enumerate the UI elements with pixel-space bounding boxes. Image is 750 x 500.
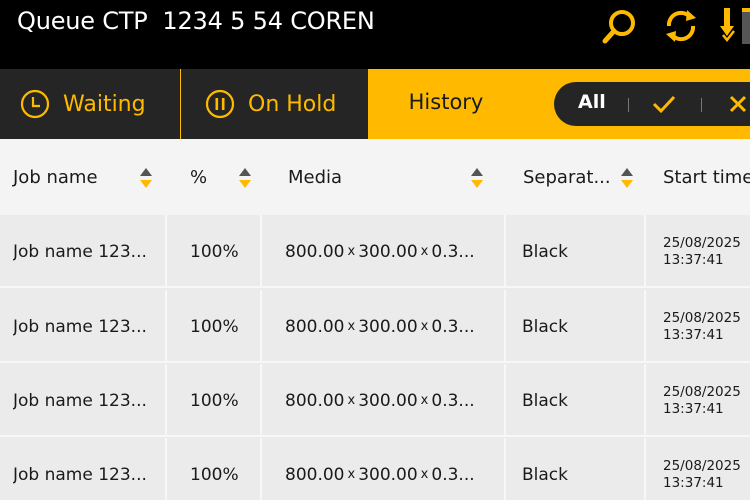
- sort-icon[interactable]: [470, 167, 484, 189]
- media-width: 800.00: [285, 316, 345, 337]
- media-cell: 800.00 x 300.00 x 0.3...: [285, 215, 475, 288]
- search-icon[interactable]: [600, 6, 640, 46]
- column-divider: [504, 215, 506, 288]
- column-divider: [260, 290, 262, 363]
- filter-divider: [701, 98, 702, 112]
- media-width: 800.00: [285, 241, 345, 262]
- percent-cell: 100%: [190, 464, 239, 485]
- table-row[interactable]: Job name 123... 100% 800.00 x 300.00 x 0.3..…: [0, 215, 750, 288]
- column-divider: [644, 215, 646, 288]
- media-height: 300.00: [358, 316, 418, 337]
- column-divider: [165, 438, 167, 500]
- media-x: x: [420, 467, 429, 482]
- column-header-media[interactable]: Media: [288, 139, 342, 215]
- start-date: 25/08/2025: [663, 234, 741, 251]
- start-clock: 13:37:41: [663, 326, 724, 343]
- tab-waiting[interactable]: Waiting: [0, 69, 180, 139]
- percent-cell: 100%: [190, 241, 239, 262]
- tab-history[interactable]: History: [368, 69, 544, 139]
- media-width: 800.00: [285, 464, 345, 485]
- pause-icon: [205, 89, 235, 119]
- start-time-cell: 25/08/2025 13:37:41: [663, 438, 741, 500]
- job-name-cell: Job name 123...: [13, 241, 147, 262]
- table-row[interactable]: Job name 123... 100% 800.00 x 300.00 x 0.3..…: [0, 438, 750, 500]
- start-date: 25/08/2025: [663, 309, 741, 326]
- separation-cell: Black: [522, 316, 568, 337]
- column-header-separation[interactable]: Separat...: [523, 139, 611, 215]
- start-time-cell: 25/08/2025 13:37:41: [663, 364, 741, 437]
- media-height: 300.00: [358, 390, 418, 411]
- start-time-cell: 25/08/2025 13:37:41: [663, 290, 741, 363]
- sort-icon[interactable]: [238, 167, 252, 189]
- queue-title: Queue CTP 1234 5 54 COREN: [17, 7, 375, 35]
- check-icon[interactable]: [651, 92, 677, 116]
- media-x: x: [347, 393, 356, 408]
- job-name-cell: Job name 123...: [13, 390, 147, 411]
- column-divider: [644, 290, 646, 363]
- column-divider: [260, 364, 262, 437]
- media-cell: 800.00 x 300.00 x 0.3...: [285, 364, 475, 437]
- media-cell: 800.00 x 300.00 x 0.3...: [285, 290, 475, 363]
- table-row[interactable]: Job name 123... 100% 800.00 x 300.00 x 0.3..…: [0, 364, 750, 437]
- start-date: 25/08/2025: [663, 457, 741, 474]
- column-divider: [260, 215, 262, 288]
- media-thickness: 0.3...: [431, 241, 475, 262]
- tab-bar: Waiting On Hold History All: [0, 69, 750, 139]
- sort-icon[interactable]: [620, 167, 634, 189]
- start-clock: 13:37:41: [663, 251, 724, 268]
- job-name-cell: Job name 123...: [13, 464, 147, 485]
- media-x: x: [420, 319, 429, 334]
- media-x: x: [420, 393, 429, 408]
- tab-waiting-label: Waiting: [63, 91, 146, 117]
- media-thickness: 0.3...: [431, 464, 475, 485]
- table-row[interactable]: Job name 123... 100% 800.00 x 300.00 x 0.3..…: [0, 290, 750, 363]
- media-height: 300.00: [358, 464, 418, 485]
- media-width: 800.00: [285, 390, 345, 411]
- separation-cell: Black: [522, 241, 568, 262]
- status-filter: All: [554, 82, 750, 126]
- tab-on-hold[interactable]: On Hold: [181, 69, 368, 139]
- tab-history-label: History: [408, 90, 484, 114]
- separation-cell: Black: [522, 390, 568, 411]
- column-divider: [504, 290, 506, 363]
- start-date: 25/08/2025: [663, 383, 741, 400]
- column-header-percent[interactable]: %: [190, 139, 207, 215]
- media-thickness: 0.3...: [431, 316, 475, 337]
- percent-cell: 100%: [190, 390, 239, 411]
- media-x: x: [347, 244, 356, 259]
- job-name-cell: Job name 123...: [13, 316, 147, 337]
- start-clock: 13:37:41: [663, 474, 724, 491]
- media-thickness: 0.3...: [431, 390, 475, 411]
- column-divider: [165, 215, 167, 288]
- tab-on-hold-label: On Hold: [248, 91, 337, 117]
- close-icon[interactable]: [727, 92, 749, 116]
- sync-icon[interactable]: [661, 6, 701, 46]
- sort-icon[interactable]: [139, 167, 153, 189]
- column-divider: [644, 364, 646, 437]
- column-divider: [260, 438, 262, 500]
- column-divider: [644, 438, 646, 500]
- clock-icon: [20, 89, 50, 119]
- filter-all-button[interactable]: All: [578, 91, 606, 113]
- column-divider: [504, 364, 506, 437]
- media-x: x: [347, 467, 356, 482]
- media-cell: 800.00 x 300.00 x 0.3...: [285, 438, 475, 500]
- column-header-start-time[interactable]: Start time: [663, 139, 750, 215]
- filter-divider: [628, 98, 629, 112]
- start-clock: 13:37:41: [663, 400, 724, 417]
- export-icon[interactable]: [720, 6, 750, 46]
- column-divider: [504, 438, 506, 500]
- media-height: 300.00: [358, 241, 418, 262]
- separation-cell: Black: [522, 464, 568, 485]
- percent-cell: 100%: [190, 316, 239, 337]
- table-header: Job name % Media Separat... Start time: [0, 139, 750, 215]
- app-header: Queue CTP 1234 5 54 COREN: [0, 0, 750, 69]
- column-header-job-name[interactable]: Job name: [13, 139, 98, 215]
- start-time-cell: 25/08/2025 13:37:41: [663, 215, 741, 288]
- column-divider: [165, 364, 167, 437]
- column-divider: [165, 290, 167, 363]
- media-x: x: [420, 244, 429, 259]
- media-x: x: [347, 319, 356, 334]
